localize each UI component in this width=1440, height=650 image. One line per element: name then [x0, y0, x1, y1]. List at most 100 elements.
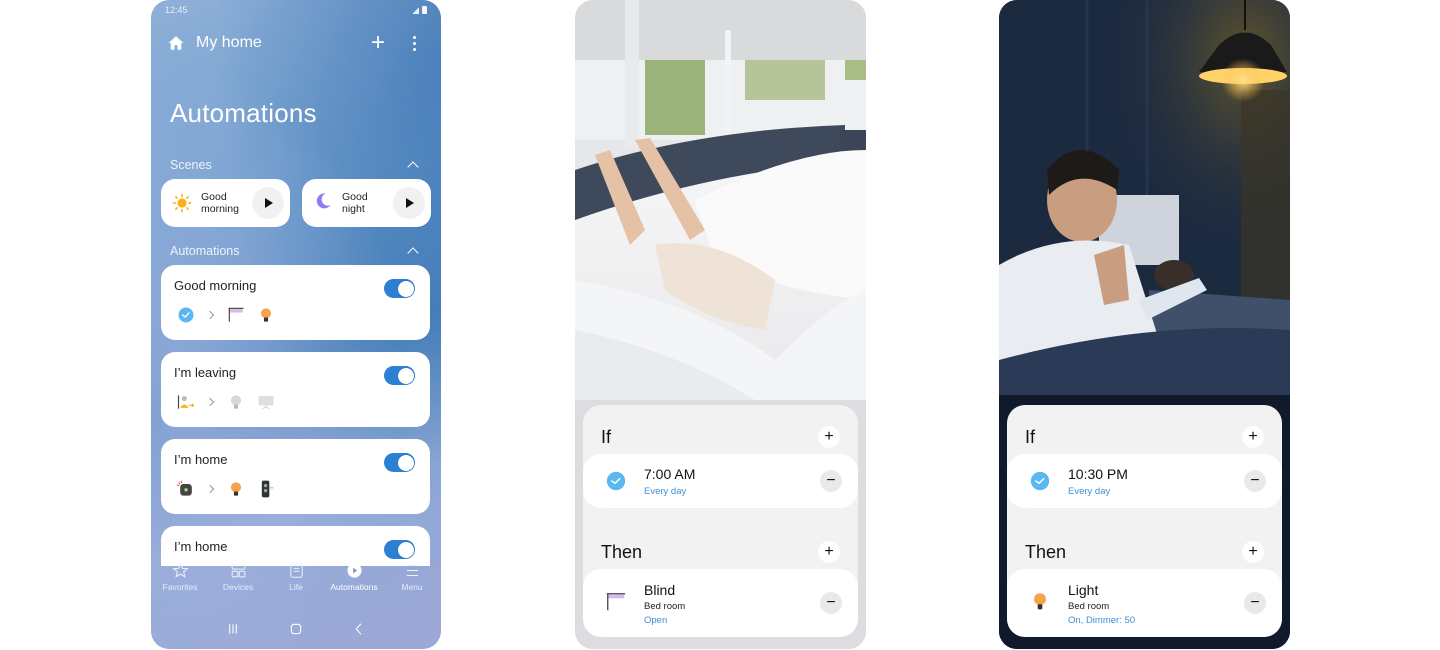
add-condition-button[interactable]: +	[1242, 426, 1264, 448]
play-circle-icon	[346, 563, 362, 578]
automation-toggle[interactable]	[384, 366, 415, 385]
if-section-header: If +	[601, 424, 840, 450]
condition-row[interactable]: 7:00 AM Every day −	[583, 454, 858, 508]
battery-icon	[422, 6, 427, 14]
more-options-button[interactable]	[403, 32, 425, 54]
collapse-automations-icon[interactable]	[407, 245, 419, 257]
status-bar: 12:45	[165, 4, 427, 16]
add-condition-button[interactable]: +	[818, 426, 840, 448]
condition-detail: Every day	[1068, 486, 1111, 497]
run-scene-button[interactable]	[252, 187, 284, 219]
back-button[interactable]	[351, 621, 367, 637]
nav-automations[interactable]: Automations	[325, 562, 383, 602]
then-label: Then	[1025, 541, 1067, 562]
status-time: 12:45	[165, 5, 188, 15]
bulb-off-icon	[231, 395, 241, 409]
nav-devices[interactable]: Devices	[209, 562, 267, 602]
action-row[interactable]: Light Bed room On, Dimmer: 50 −	[1007, 569, 1282, 637]
action-room: Bed room	[644, 601, 686, 612]
then-section-header: Then +	[1025, 539, 1264, 565]
action-title: Light	[1068, 582, 1099, 598]
add-button[interactable]: +	[367, 31, 389, 55]
scene-label: Good morning	[201, 191, 239, 215]
automation-toggle[interactable]	[384, 540, 415, 559]
nav-menu[interactable]: Menu	[383, 562, 441, 602]
bulb-icon	[231, 482, 241, 496]
chevron-right-icon	[206, 397, 216, 407]
recent-apps-button[interactable]	[225, 621, 241, 637]
automation-toggle[interactable]	[384, 279, 415, 298]
automation-card[interactable]: I’m leaving	[161, 352, 430, 427]
scene-card-good-night[interactable]: Good night	[302, 179, 431, 227]
automation-name: I’m home	[174, 452, 228, 467]
automation-card[interactable]: I’m home	[161, 526, 430, 566]
devices-icon	[231, 563, 245, 578]
chevron-right-icon	[206, 484, 216, 494]
condition-title: 10:30 PM	[1068, 466, 1128, 482]
blind-icon	[228, 307, 244, 322]
automation-card[interactable]: Good morning	[161, 265, 430, 340]
chevron-right-icon	[206, 310, 216, 320]
action-state: Open	[644, 615, 668, 626]
phone-night-rule: If + 10:30 PM Every day − Then + Light B…	[999, 0, 1290, 649]
automations-label: Automations	[170, 244, 240, 258]
bulb-icon	[261, 308, 271, 322]
collapse-scenes-icon[interactable]	[407, 159, 419, 171]
action-room: Bed room	[1068, 601, 1110, 612]
page-title: Automations	[170, 98, 317, 128]
sensor-icon	[176, 480, 192, 496]
condition-title: 7:00 AM	[644, 466, 696, 482]
if-label: If	[601, 426, 612, 447]
run-scene-button[interactable]	[393, 187, 425, 219]
if-label: If	[1025, 426, 1036, 447]
phone-automations-list: 12:45 My home + Automations Scenes Good …	[151, 0, 441, 649]
app-header: My home +	[167, 30, 425, 56]
blind-icon	[605, 591, 627, 613]
star-icon	[171, 562, 189, 578]
add-action-button[interactable]: +	[818, 541, 840, 563]
automation-card[interactable]: I’m home	[161, 439, 430, 514]
person-leaving-icon	[177, 395, 195, 409]
automations-section-header: Automations	[170, 243, 419, 259]
remove-action-button[interactable]: −	[820, 592, 842, 614]
system-navigation-bar	[151, 618, 441, 640]
if-section-header: If +	[1025, 424, 1264, 450]
rule-card: If + 10:30 PM Every day − Then + Light B…	[1007, 405, 1282, 637]
then-section-header: Then +	[601, 539, 840, 565]
remove-condition-button[interactable]: −	[1244, 470, 1266, 492]
remove-action-button[interactable]: −	[1244, 592, 1266, 614]
then-label: Then	[601, 541, 643, 562]
home-icon[interactable]	[167, 34, 185, 52]
phone-morning-rule: If + 7:00 AM Every day − Then + Blind Be…	[575, 0, 866, 649]
automation-toggle[interactable]	[384, 453, 415, 472]
nav-favorites[interactable]: Favorites	[151, 562, 209, 602]
life-icon	[289, 563, 303, 578]
condition-row[interactable]: 10:30 PM Every day −	[1007, 454, 1282, 508]
automation-name: I’m home	[174, 539, 228, 554]
condition-detail: Every day	[644, 486, 687, 497]
moon-icon	[313, 191, 333, 216]
home-button[interactable]	[288, 621, 304, 637]
home-selector[interactable]: My home	[196, 34, 367, 52]
action-state: On, Dimmer: 50	[1068, 615, 1136, 626]
scenes-label: Scenes	[170, 158, 212, 172]
add-action-button[interactable]: +	[1242, 541, 1264, 563]
rule-card: If + 7:00 AM Every day − Then + Blind Be…	[583, 405, 858, 637]
speaker-icon	[261, 480, 274, 498]
sun-icon	[172, 193, 192, 213]
remove-condition-button[interactable]: −	[820, 470, 842, 492]
nav-life[interactable]: Life	[267, 562, 325, 602]
scenes-section-header: Scenes	[170, 157, 419, 173]
bulb-icon	[1029, 591, 1051, 613]
scene-label: Good night	[342, 191, 368, 215]
tv-icon	[258, 396, 274, 410]
scene-card-good-morning[interactable]: Good morning	[161, 179, 290, 227]
automation-name: Good morning	[174, 278, 257, 293]
action-title: Blind	[644, 582, 676, 598]
marketing-stage: 12:45 My home + Automations Scenes Good …	[0, 0, 1440, 650]
clock-icon	[605, 470, 627, 492]
action-row[interactable]: Blind Bed room Open −	[583, 569, 858, 637]
clock-icon	[1029, 470, 1051, 492]
automation-name: I’m leaving	[174, 365, 237, 380]
bottom-navigation: Favorites Devices Life Automations Menu	[151, 562, 441, 602]
